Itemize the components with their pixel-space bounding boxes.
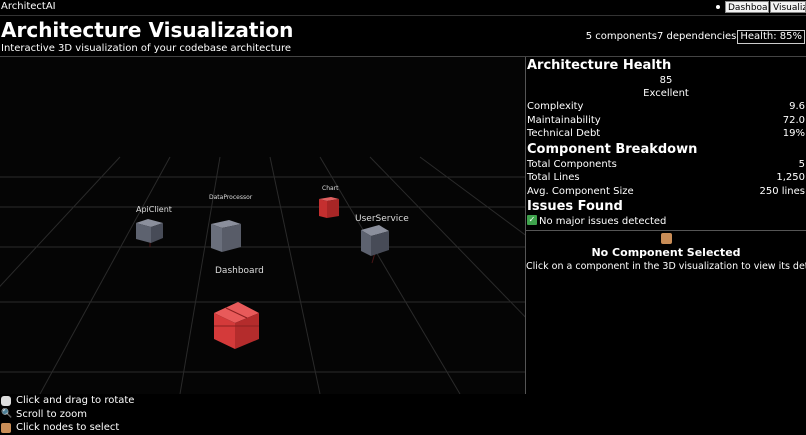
metric-row: Complexity 9.6: [526, 100, 806, 114]
dependency-count: 7 dependencies: [657, 31, 737, 42]
status-dot-icon: [716, 5, 720, 9]
top-bar: ArchitectAI Dashboard Visualize: [0, 0, 806, 16]
breakdown-row: Avg. Component Size 250 lines: [526, 185, 806, 199]
metric-label: Maintainability: [527, 114, 601, 126]
issues-status: ✓ No major issues detected: [526, 215, 806, 229]
help-select: Click nodes to select: [1, 421, 134, 435]
node-label-apiclient: ApiClient: [136, 205, 172, 214]
node-apiclient[interactable]: [136, 219, 163, 243]
section-divider: [526, 229, 806, 231]
node-dashboard[interactable]: [214, 302, 259, 349]
page-title: Architecture Visualization: [1, 18, 294, 42]
breakdown-label: Total Components: [527, 158, 617, 170]
node-label-chart: Chart: [322, 185, 339, 192]
metric-label: Complexity: [527, 101, 584, 112]
page-subtitle: Interactive 3D visualization of your cod…: [1, 43, 292, 54]
health-score: 85: [659, 75, 673, 86]
help-rotate: Click and drag to rotate: [1, 394, 134, 408]
help-rotate-text: Click and drag to rotate: [16, 395, 135, 406]
breakdown-value: 5: [798, 158, 805, 170]
node-label-userservice: UserService: [355, 214, 409, 224]
no-selection-title: No Component Selected: [591, 245, 741, 259]
metric-label: Technical Debt: [527, 128, 601, 139]
controls-help: Click and drag to rotate 🔍 Scroll to zoo…: [1, 394, 134, 435]
nav-visualize-button[interactable]: Visualize: [770, 1, 806, 13]
breakdown-value: 1,250: [776, 172, 805, 183]
node-dataprocessor[interactable]: [211, 220, 241, 252]
box-icon: [1, 422, 11, 433]
no-selection-text: Click on a component in the 3D visualiza…: [526, 260, 806, 272]
health-heading: Architecture Health: [527, 58, 672, 73]
mouse-icon: [1, 395, 11, 406]
metric-value: 19%: [782, 128, 805, 139]
viewport-canvas[interactable]: [0, 57, 525, 394]
node-label-dataprocessor: DataProcessor: [209, 194, 253, 201]
help-select-text: Click nodes to select: [16, 422, 120, 433]
breakdown-label: Avg. Component Size: [527, 185, 634, 197]
breakdown-heading: Component Breakdown: [527, 141, 698, 157]
3d-viewport[interactable]: ApiClient DataProcessor Chart UserServic…: [0, 57, 525, 394]
node-chart[interactable]: [319, 197, 339, 218]
issues-text: No major issues detected: [539, 216, 667, 227]
brand-logo[interactable]: ArchitectAI: [1, 1, 56, 13]
box-icon: [660, 232, 672, 244]
help-zoom-text: Scroll to zoom: [16, 408, 88, 420]
breakdown-row: Total Components 5: [526, 158, 806, 172]
health-badge: Health: 85%: [737, 30, 805, 44]
metric-row: Maintainability 72.0: [526, 114, 806, 128]
node-label-dashboard: Dashboard: [215, 266, 264, 276]
node-userservice[interactable]: [361, 225, 389, 256]
breakdown-label: Total Lines: [527, 172, 580, 183]
issues-heading: Issues Found: [527, 199, 623, 214]
nav-dashboard-button[interactable]: Dashboard: [725, 1, 769, 13]
help-zoom: 🔍 Scroll to zoom: [1, 408, 134, 422]
metric-row: Technical Debt 19%: [526, 127, 806, 141]
breakdown-value: 250 lines: [759, 185, 805, 197]
search-icon: 🔍: [1, 409, 13, 420]
check-icon: ✓: [527, 215, 537, 225]
component-count: 5 components: [585, 31, 658, 42]
dependency-links: [149, 239, 376, 264]
header-stats: 5 components 7 dependencies Health: 85%: [586, 30, 805, 44]
details-panel: Architecture Health 85 Excellent Complex…: [526, 57, 806, 394]
health-rating: Excellent: [643, 88, 689, 99]
breakdown-row: Total Lines 1,250: [526, 171, 806, 185]
metric-value: 9.6: [789, 101, 805, 112]
metric-value: 72.0: [782, 114, 805, 126]
